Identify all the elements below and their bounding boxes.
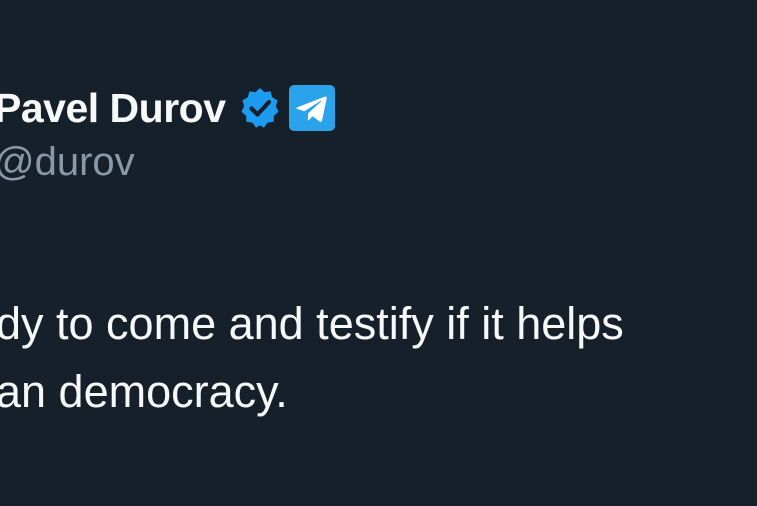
tweet-author-header: Pavel Durov @durov — [0, 78, 336, 185]
author-name-row: Pavel Durov — [0, 78, 336, 138]
verified-badge-icon[interactable] — [238, 86, 282, 130]
author-display-name[interactable]: Pavel Durov — [0, 85, 226, 132]
tweet-text-line: dy to come and testify if it helps — [0, 298, 624, 349]
tweet-text-line: an democracy. — [0, 366, 288, 417]
tweet-text: dy to come and testify if it helps an de… — [0, 290, 757, 426]
telegram-logo-icon[interactable] — [288, 84, 336, 132]
author-handle[interactable]: @durov — [0, 140, 336, 185]
